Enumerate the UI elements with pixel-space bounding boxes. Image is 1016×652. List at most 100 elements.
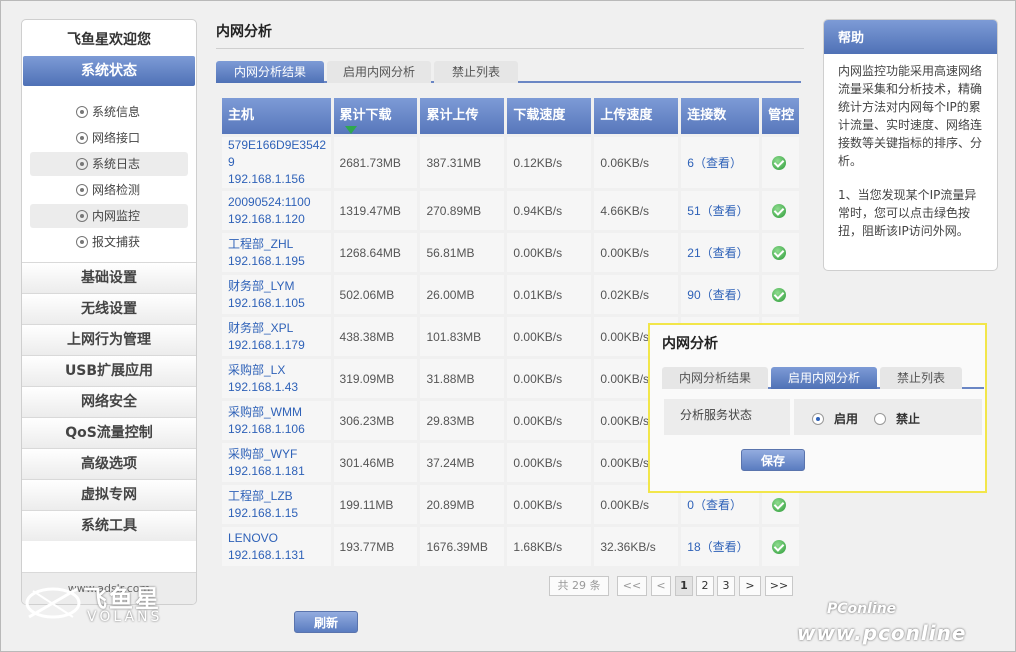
host-cell[interactable]: 财务部_XPL 192.168.1.179 — [222, 317, 331, 356]
popup-tab-enable-analysis[interactable]: 启用内网分析 — [771, 367, 877, 389]
sidebar-item-network-interface[interactable]: 网络接口 — [30, 126, 188, 150]
download-total: 199.11MB — [333, 485, 418, 524]
fish-logo-icon — [25, 587, 81, 619]
bullet-icon — [76, 106, 88, 118]
download-speed: 0.00KB/s — [507, 485, 592, 524]
allow-check-icon[interactable] — [772, 203, 787, 218]
bullet-icon — [76, 132, 88, 144]
service-status-row: 分析服务状态 启用 禁止 — [664, 399, 982, 437]
host-cell[interactable]: 工程部_LZB 192.168.1.15 — [222, 485, 331, 524]
pconline-watermark: PConline www.pconline — [797, 601, 967, 645]
refresh-button[interactable]: 刷新 — [294, 611, 358, 633]
pager-next[interactable]: > — [739, 576, 761, 596]
control-cell — [762, 527, 799, 566]
pager-page-3[interactable]: 3 — [717, 576, 735, 596]
sidebar-item-packet-capture[interactable]: 报文捕获 — [30, 230, 188, 254]
sidebar-item-system-log[interactable]: 系统日志 — [30, 152, 188, 176]
disable-radio[interactable] — [874, 413, 886, 425]
download-total: 1268.64MB — [333, 233, 418, 272]
sidebar-section-system-status[interactable]: 系统状态 — [23, 56, 195, 86]
upload-speed: 0.00KB/s — [594, 233, 679, 272]
download-total: 301.46MB — [333, 443, 418, 482]
allow-check-icon[interactable] — [772, 245, 787, 260]
pager-prev[interactable]: < — [651, 576, 671, 596]
col-download-speed[interactable]: 下载速度 — [507, 98, 592, 134]
upload-total: 56.81MB — [420, 233, 505, 272]
save-button[interactable]: 保存 — [741, 449, 805, 471]
allow-check-icon[interactable] — [772, 287, 787, 302]
pager-total: 共 29 条 — [549, 576, 609, 596]
upload-total: 37.24MB — [420, 443, 505, 482]
sidebar-item-usb[interactable]: USB扩展应用 — [22, 355, 196, 386]
col-total-upload[interactable]: 累计上传 — [420, 98, 505, 134]
sidebar-item-qos[interactable]: QoS流量控制 — [22, 417, 196, 448]
host-cell[interactable]: 采购部_WYF 192.168.1.181 — [222, 443, 331, 482]
allow-check-icon[interactable] — [772, 539, 787, 554]
pager-last[interactable]: >> — [765, 576, 793, 596]
upload-total: 1676.39MB — [420, 527, 505, 566]
sidebar-item-lan-monitor[interactable]: 内网监控 — [30, 204, 188, 228]
upload-total: 31.88MB — [420, 359, 505, 398]
control-cell — [762, 275, 799, 314]
sidebar-item-behavior-mgmt[interactable]: 上网行为管理 — [22, 324, 196, 355]
allow-check-icon[interactable] — [772, 155, 787, 170]
host-cell[interactable]: 工程部_ZHL 192.168.1.195 — [222, 233, 331, 272]
popup-title: 内网分析 — [662, 336, 718, 352]
popup-tab-analysis-results[interactable]: 内网分析结果 — [662, 367, 768, 389]
host-cell[interactable]: 579E166D9E35429 192.168.1.156 — [222, 137, 331, 188]
download-speed: 0.00KB/s — [507, 443, 592, 482]
connections-link[interactable]: 18（查看） — [681, 527, 760, 566]
download-speed: 0.00KB/s — [507, 359, 592, 398]
download-total: 438.38MB — [333, 317, 418, 356]
sidebar: 飞鱼星欢迎您 系统状态 系统信息 网络接口 系统日志 网络检测 内网监控 报文捕… — [21, 19, 197, 605]
logo-en-text: VOLANS — [87, 609, 163, 625]
host-cell[interactable]: 采购部_WMM 192.168.1.106 — [222, 401, 331, 440]
pager-first[interactable]: << — [617, 576, 647, 596]
sidebar-item-basic-settings[interactable]: 基础设置 — [22, 262, 196, 293]
upload-speed: 0.06KB/s — [594, 137, 679, 188]
download-total: 2681.73MB — [333, 137, 418, 188]
download-speed: 0.00KB/s — [507, 401, 592, 440]
connections-link[interactable]: 51（查看） — [681, 191, 760, 230]
connections-link[interactable]: 90（查看） — [681, 275, 760, 314]
host-cell[interactable]: 财务部_LYM 192.168.1.105 — [222, 275, 331, 314]
sidebar-item-advanced[interactable]: 高级选项 — [22, 448, 196, 479]
allow-check-icon[interactable] — [772, 497, 787, 512]
sidebar-item-wireless[interactable]: 无线设置 — [22, 293, 196, 324]
sidebar-item-security[interactable]: 网络安全 — [22, 386, 196, 417]
help-body: 内网监控功能采用高速网络流量采集和分析技术，精确统计方法对内网每个IP的累计流量… — [824, 54, 997, 264]
col-upload-speed[interactable]: 上传速度 — [594, 98, 679, 134]
bullet-icon — [76, 236, 88, 248]
pager-page-1[interactable]: 1 — [675, 576, 693, 596]
download-speed: 0.00KB/s — [507, 317, 592, 356]
enable-radio[interactable] — [812, 413, 824, 425]
download-total: 306.23MB — [333, 401, 418, 440]
col-total-download[interactable]: 累计下载 — [333, 98, 418, 134]
pager-page-2[interactable]: 2 — [696, 576, 714, 596]
window-frame: 飞鱼星欢迎您 系统状态 系统信息 网络接口 系统日志 网络检测 内网监控 报文捕… — [0, 0, 1016, 652]
col-host[interactable]: 主机 — [222, 98, 331, 134]
tab-analysis-results[interactable]: 内网分析结果 — [216, 61, 324, 83]
help-paragraph: 1、当您发现某个IP流量异常时，您可以点击绿色按扭，阻断该IP访问外网。 — [838, 188, 977, 238]
host-cell[interactable]: LENOVO 192.168.1.131 — [222, 527, 331, 566]
host-cell[interactable]: 采购部_LX 192.168.1.43 — [222, 359, 331, 398]
host-cell[interactable]: 20090524:1100 192.168.1.120 — [222, 191, 331, 230]
popup-tab-bar: 内网分析结果 启用内网分析 禁止列表 — [662, 367, 984, 389]
connections-link[interactable]: 6（查看） — [681, 137, 760, 188]
download-total: 193.77MB — [333, 527, 418, 566]
tab-block-list[interactable]: 禁止列表 — [434, 61, 518, 83]
connections-link[interactable]: 21（查看） — [681, 233, 760, 272]
sidebar-item-system-tools[interactable]: 系统工具 — [22, 510, 196, 541]
service-status-options: 启用 禁止 — [794, 399, 982, 435]
sidebar-item-system-info[interactable]: 系统信息 — [30, 100, 188, 124]
tab-enable-analysis[interactable]: 启用内网分析 — [327, 61, 431, 83]
enable-analysis-popup: 内网分析 内网分析结果 启用内网分析 禁止列表 分析服务状态 启用 禁止 保存 — [648, 323, 987, 493]
upload-total: 270.89MB — [420, 191, 505, 230]
upload-total: 101.83MB — [420, 317, 505, 356]
table-row: 工程部_ZHL 192.168.1.195 1268.64MB 56.81MB 0… — [222, 233, 799, 272]
col-connections[interactable]: 连接数 — [681, 98, 760, 134]
sidebar-item-network-check[interactable]: 网络检测 — [30, 178, 188, 202]
table-row: 579E166D9E35429 192.168.1.156 2681.73MB 3… — [222, 137, 799, 188]
sidebar-item-vpn[interactable]: 虚拟专网 — [22, 479, 196, 510]
popup-tab-block-list[interactable]: 禁止列表 — [880, 367, 962, 389]
